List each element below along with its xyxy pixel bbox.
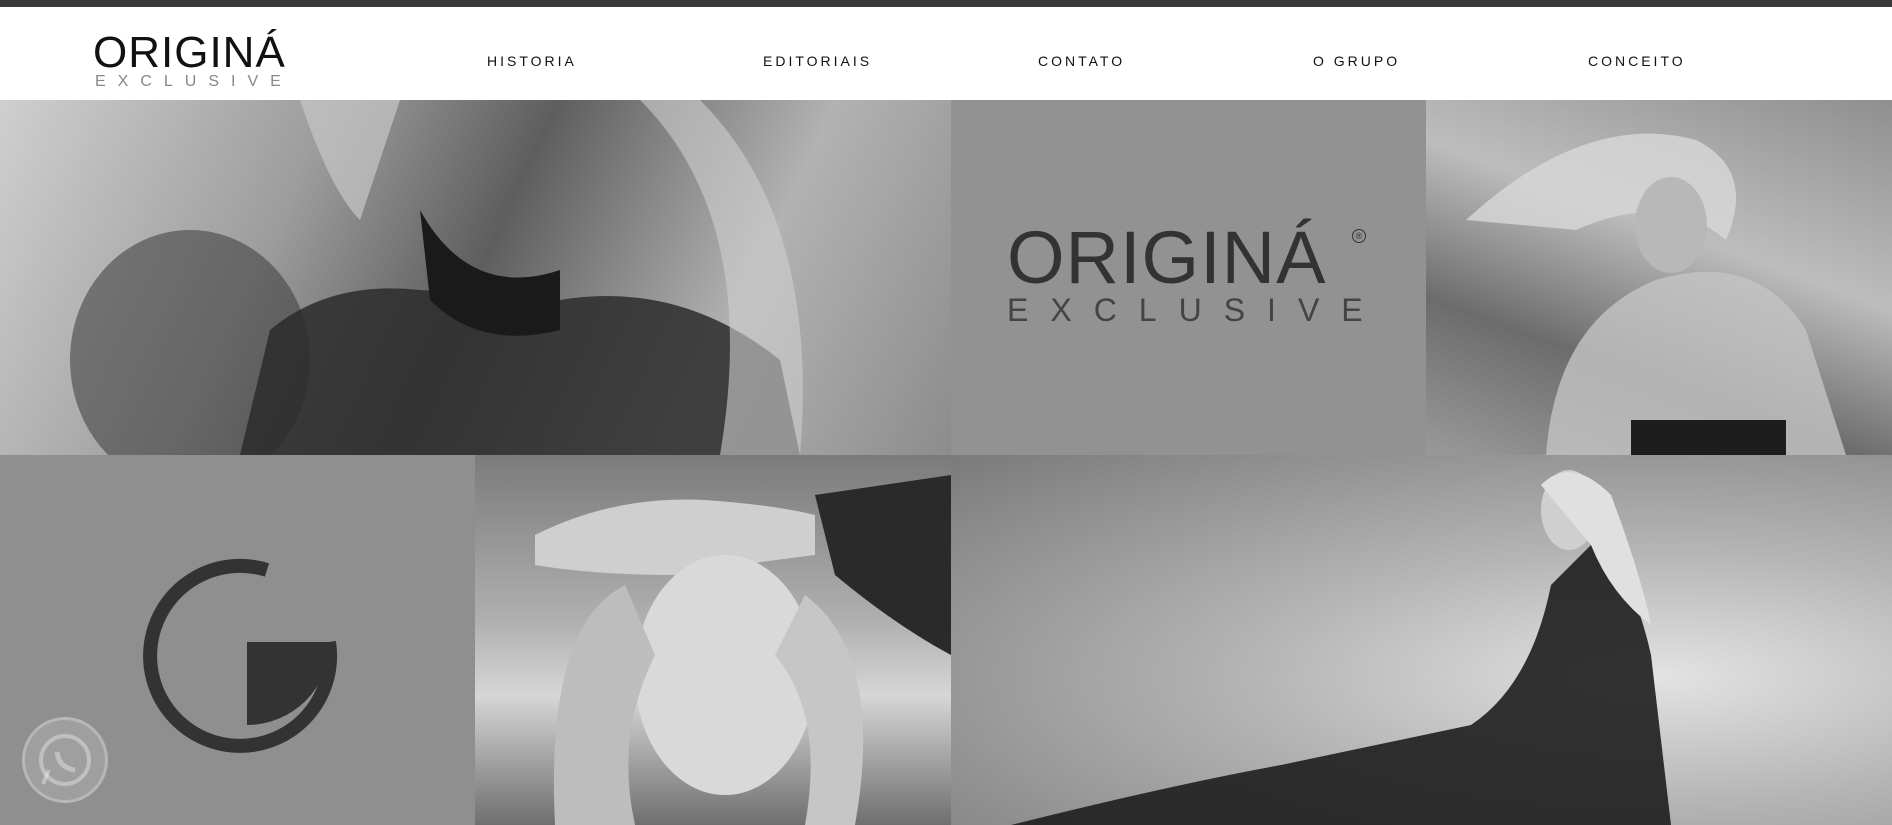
nav-item-historia[interactable]: HISTORIA (487, 53, 577, 69)
site-header: ORIGINÁ EXCLUSIVE HISTORIA EDITORIAIS CO… (0, 7, 1892, 100)
logo-wordmark: ORIGINÁ (93, 28, 286, 77)
nav-item-editoriais[interactable]: EDITORIAIS (763, 53, 872, 69)
logo-subtitle: EXCLUSIVE (95, 73, 293, 90)
whatsapp-icon (39, 734, 91, 786)
top-accent-bar (0, 0, 1892, 7)
photo-portrait-silhouette (535, 475, 951, 825)
nav-item-o-grupo[interactable]: O GRUPO (1313, 53, 1400, 69)
brand-logo-tile: ORIGINÁ EXCLUSIVE (951, 100, 1426, 455)
brand-logo-subtitle: EXCLUSIVE (1007, 292, 1385, 328)
photo-pose-silhouette (1466, 133, 1846, 455)
photo-dress-silhouette (70, 100, 803, 455)
editorial-photo-reclining (951, 455, 1892, 825)
editorial-photo-hair-pose (1426, 100, 1892, 455)
editorial-photo-portrait (475, 455, 951, 825)
photo-reclining-silhouette (1011, 470, 1671, 825)
editorial-photo-dress-detail (0, 100, 951, 455)
site-logo[interactable]: ORIGINÁ EXCLUSIVE (93, 28, 285, 90)
whatsapp-button[interactable] (22, 717, 108, 803)
brand-logo-large: ORIGINÁ EXCLUSIVE (1007, 218, 1377, 329)
registered-mark: ® (1352, 229, 1366, 243)
brand-logo-wordmark: ORIGINÁ (1007, 216, 1327, 299)
nav-item-contato[interactable]: CONTATO (1038, 53, 1125, 69)
nav-item-conceito[interactable]: CONCEITO (1588, 53, 1686, 69)
